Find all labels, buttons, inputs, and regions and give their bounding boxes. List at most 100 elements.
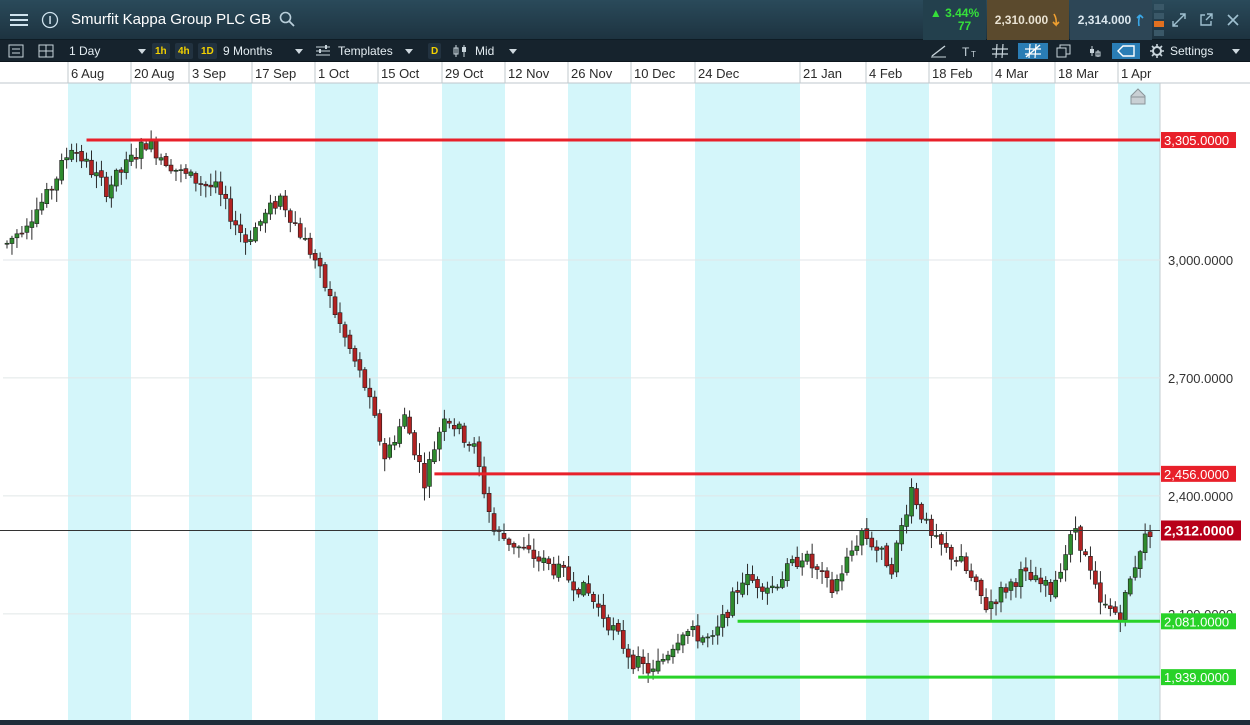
crosshair-toggle-button[interactable] <box>1018 43 1048 59</box>
candle-up <box>705 636 711 639</box>
candle-up <box>780 579 785 588</box>
candle-up <box>834 579 840 592</box>
change-count: 77 <box>957 19 972 33</box>
interval-select[interactable]: 1 Day <box>69 43 146 59</box>
candle-up <box>258 221 263 226</box>
candle-down <box>223 193 228 199</box>
x-tick-label: 21 Jan <box>803 66 842 81</box>
candle-up <box>879 547 885 550</box>
close-icon <box>1227 14 1239 26</box>
candle-up <box>84 158 89 162</box>
candle-down <box>486 493 492 512</box>
x-tick-label: 10 Dec <box>634 66 676 81</box>
candle-down <box>89 159 94 176</box>
price-chart[interactable]: 6 Aug 20 Aug 3 Sep 17 Sep 1 Oct 15 Oct 29 Oct 1… <box>0 62 1250 720</box>
text-tool-button[interactable]: TT <box>962 43 980 59</box>
layout-button[interactable] <box>8 43 24 59</box>
gear-icon <box>1150 44 1164 58</box>
candle-up <box>844 556 850 573</box>
candle-up <box>770 585 775 589</box>
candle-down <box>342 324 348 338</box>
range-select[interactable]: 9 Months <box>223 43 303 59</box>
candle-up <box>745 574 750 586</box>
draw-tool-button[interactable] <box>930 43 948 59</box>
chart-toolbar: 1 Day 1h 4h 1D 9 Months Templates D Mid … <box>0 40 1250 62</box>
candle-up <box>268 202 273 215</box>
week-band <box>866 83 929 720</box>
candle-up <box>710 635 716 637</box>
candle-down <box>447 420 452 424</box>
candle-up <box>804 553 810 562</box>
instrument-title: Smurfit Kappa Group PLC GB <box>71 11 272 28</box>
quick-4h-button[interactable]: 4h <box>175 43 193 59</box>
quick-1h-button[interactable]: 1h <box>152 43 170 59</box>
candle-up <box>442 418 447 432</box>
candle-down <box>407 416 412 434</box>
close-button[interactable] <box>1222 6 1244 34</box>
candle-up <box>4 242 10 245</box>
candle-up <box>397 426 402 444</box>
candle-down <box>809 553 815 569</box>
candle-down <box>168 164 174 172</box>
candle-down <box>526 545 532 550</box>
expand-button[interactable] <box>1168 6 1190 34</box>
settings-button[interactable]: Settings <box>1150 43 1240 59</box>
candle-up <box>650 668 656 672</box>
templates-select[interactable]: Templates <box>316 43 413 59</box>
split-view-button[interactable] <box>38 43 54 59</box>
candle-down <box>760 586 765 592</box>
copy-button[interactable] <box>1056 43 1072 59</box>
tag-button[interactable] <box>1112 43 1140 59</box>
quick-1d-button[interactable]: 1D <box>198 43 217 59</box>
candle-down <box>143 143 149 150</box>
week-band <box>315 83 378 720</box>
candle-down <box>377 413 383 442</box>
price-type-select[interactable]: Mid <box>453 43 517 59</box>
candle-down <box>725 611 730 618</box>
search-icon[interactable] <box>279 11 295 27</box>
d-button[interactable]: D <box>428 43 442 59</box>
candle-down <box>1093 570 1098 585</box>
candle-up <box>9 237 15 244</box>
candle-down <box>511 543 517 548</box>
chevron-down-icon <box>509 48 517 54</box>
chart-area[interactable]: 6 Aug 20 Aug 3 Sep 17 Sep 1 Oct 15 Oct 29 Oct 1… <box>0 62 1250 720</box>
candle-up <box>715 626 721 636</box>
grid-toggle-button[interactable] <box>992 43 1008 59</box>
candle-down <box>794 556 800 567</box>
hamburger-icon <box>10 14 28 26</box>
candle-down <box>1023 567 1029 572</box>
candle-down <box>79 151 84 162</box>
candle-down <box>357 359 363 371</box>
buy-button[interactable]: 2,314.000 <box>1070 0 1152 40</box>
candle-up <box>188 171 194 176</box>
popout-button[interactable] <box>1195 6 1217 34</box>
candle-up <box>432 449 437 463</box>
week-band <box>695 83 800 720</box>
up-arrow-icon <box>1136 14 1144 27</box>
info-button[interactable] <box>38 6 62 34</box>
x-tick-label: 18 Feb <box>932 66 972 81</box>
sell-button[interactable]: 2,310.000 <box>987 0 1069 40</box>
candle-down <box>327 288 333 297</box>
candle-down <box>1038 577 1044 585</box>
candle-up <box>655 660 661 672</box>
candle-up <box>456 423 462 430</box>
svg-text:T: T <box>962 45 970 58</box>
candle-down <box>238 224 243 233</box>
candle-down <box>601 604 606 619</box>
candlestick-icon <box>453 45 466 57</box>
candle-down <box>372 396 378 416</box>
candle-down <box>1108 605 1113 609</box>
menu-button[interactable] <box>8 6 30 34</box>
candle-down <box>869 537 875 548</box>
indicator-button[interactable] <box>1088 43 1104 59</box>
candle-up <box>581 582 586 596</box>
candle-up <box>1053 579 1058 598</box>
candle-down <box>1113 606 1118 613</box>
candle-up <box>387 444 392 458</box>
candle-up <box>1008 581 1014 591</box>
candle-down <box>218 181 224 195</box>
candle-up <box>158 157 164 161</box>
candle-down <box>1003 587 1009 593</box>
